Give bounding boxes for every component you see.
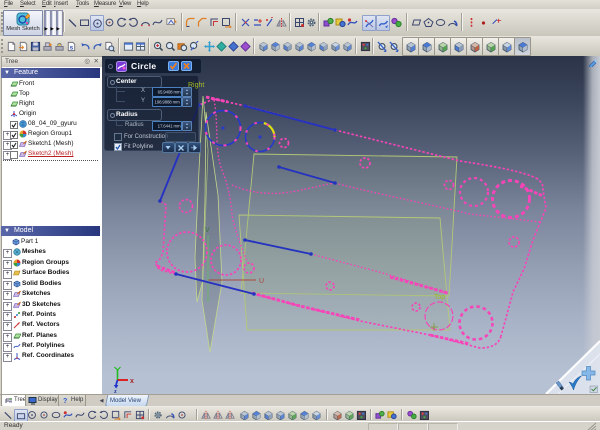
svg-text:V: V: [205, 227, 210, 234]
svg-text:s: s: [69, 44, 73, 51]
svg-text:U: U: [259, 278, 264, 285]
svg-text:Top: Top: [434, 294, 445, 301]
svg-text:x: x: [130, 378, 134, 385]
svg-text:?: ?: [63, 398, 67, 405]
